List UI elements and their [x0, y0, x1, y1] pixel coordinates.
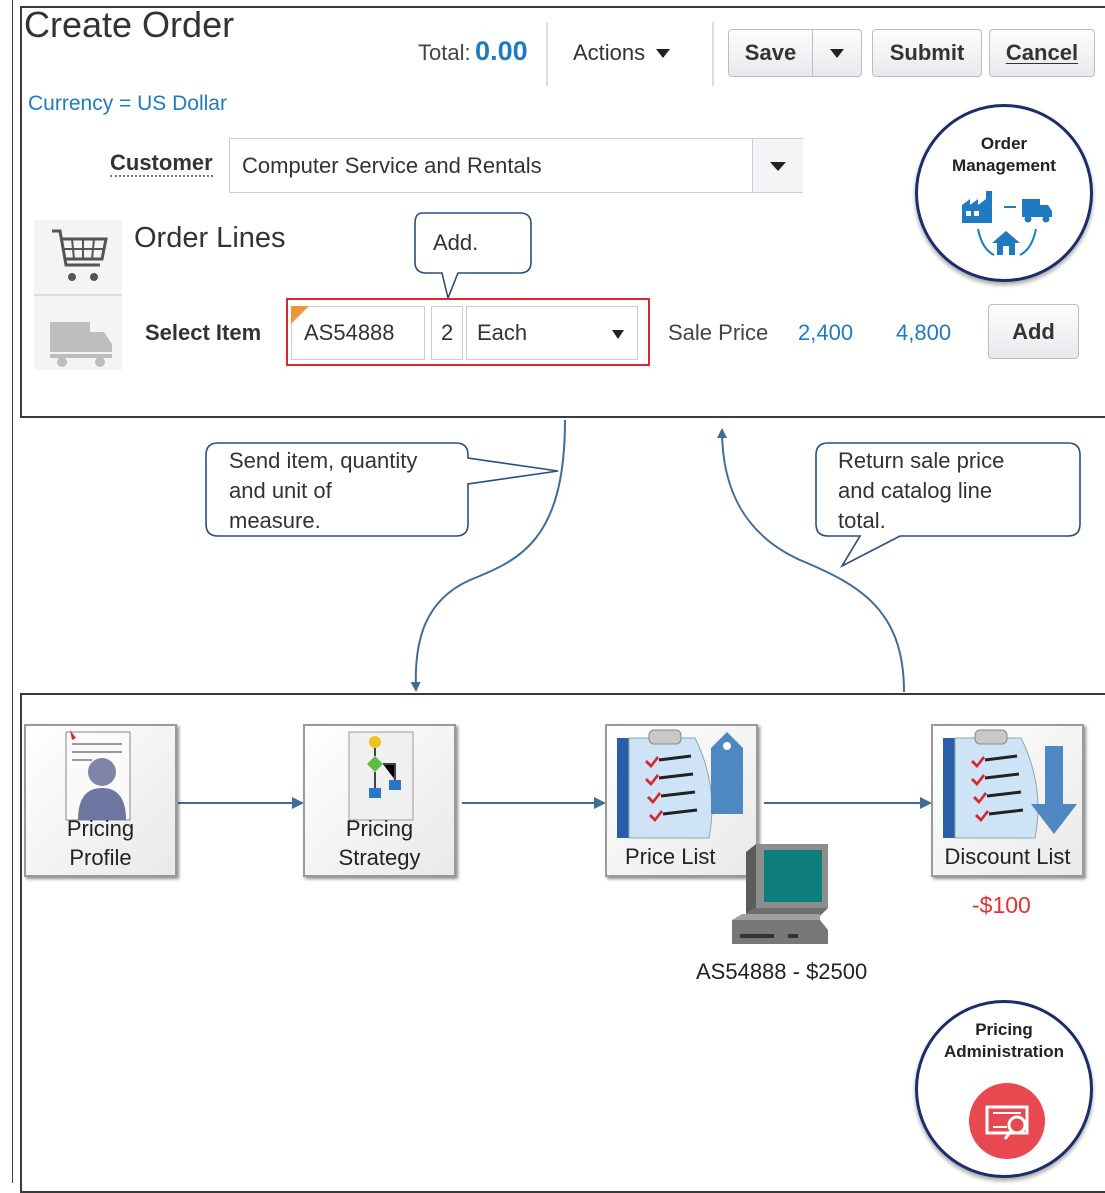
discount-list-label: Discount List: [944, 844, 1071, 869]
discount-value: -$100: [972, 892, 1031, 918]
badge-label-line2: Administration: [944, 1042, 1064, 1061]
flowchart-icon: [348, 731, 414, 821]
pricing-strategy-node: Pricing Strategy: [303, 724, 456, 877]
profile-icon: [65, 730, 131, 821]
computer-icon: [732, 844, 828, 944]
pricing-administration-badge: Pricing Administration: [915, 1000, 1093, 1178]
pricing-profile-line2: Profile: [69, 845, 132, 870]
badge-label-line1: Pricing: [975, 1020, 1033, 1039]
pricing-profile-node: Pricing Profile: [24, 724, 177, 877]
pricing-profile-line1: Pricing: [66, 816, 135, 841]
pricing-strategy-line2: Strategy: [338, 845, 421, 870]
pricing-flow-arrows: [178, 797, 932, 809]
price-list-icon: [617, 729, 743, 839]
pricing-strategy-label: Pricing Strategy: [305, 814, 454, 872]
pricing-profile-label: Pricing Profile: [26, 814, 175, 872]
discount-list-icon: [943, 729, 1077, 839]
pricing-admin-icon: [969, 1083, 1045, 1159]
pricing-strategy-line1: Pricing: [345, 816, 414, 841]
price-list-item-value: AS54888 - $2500: [696, 959, 868, 984]
discount-list-node: Discount List: [931, 724, 1084, 877]
